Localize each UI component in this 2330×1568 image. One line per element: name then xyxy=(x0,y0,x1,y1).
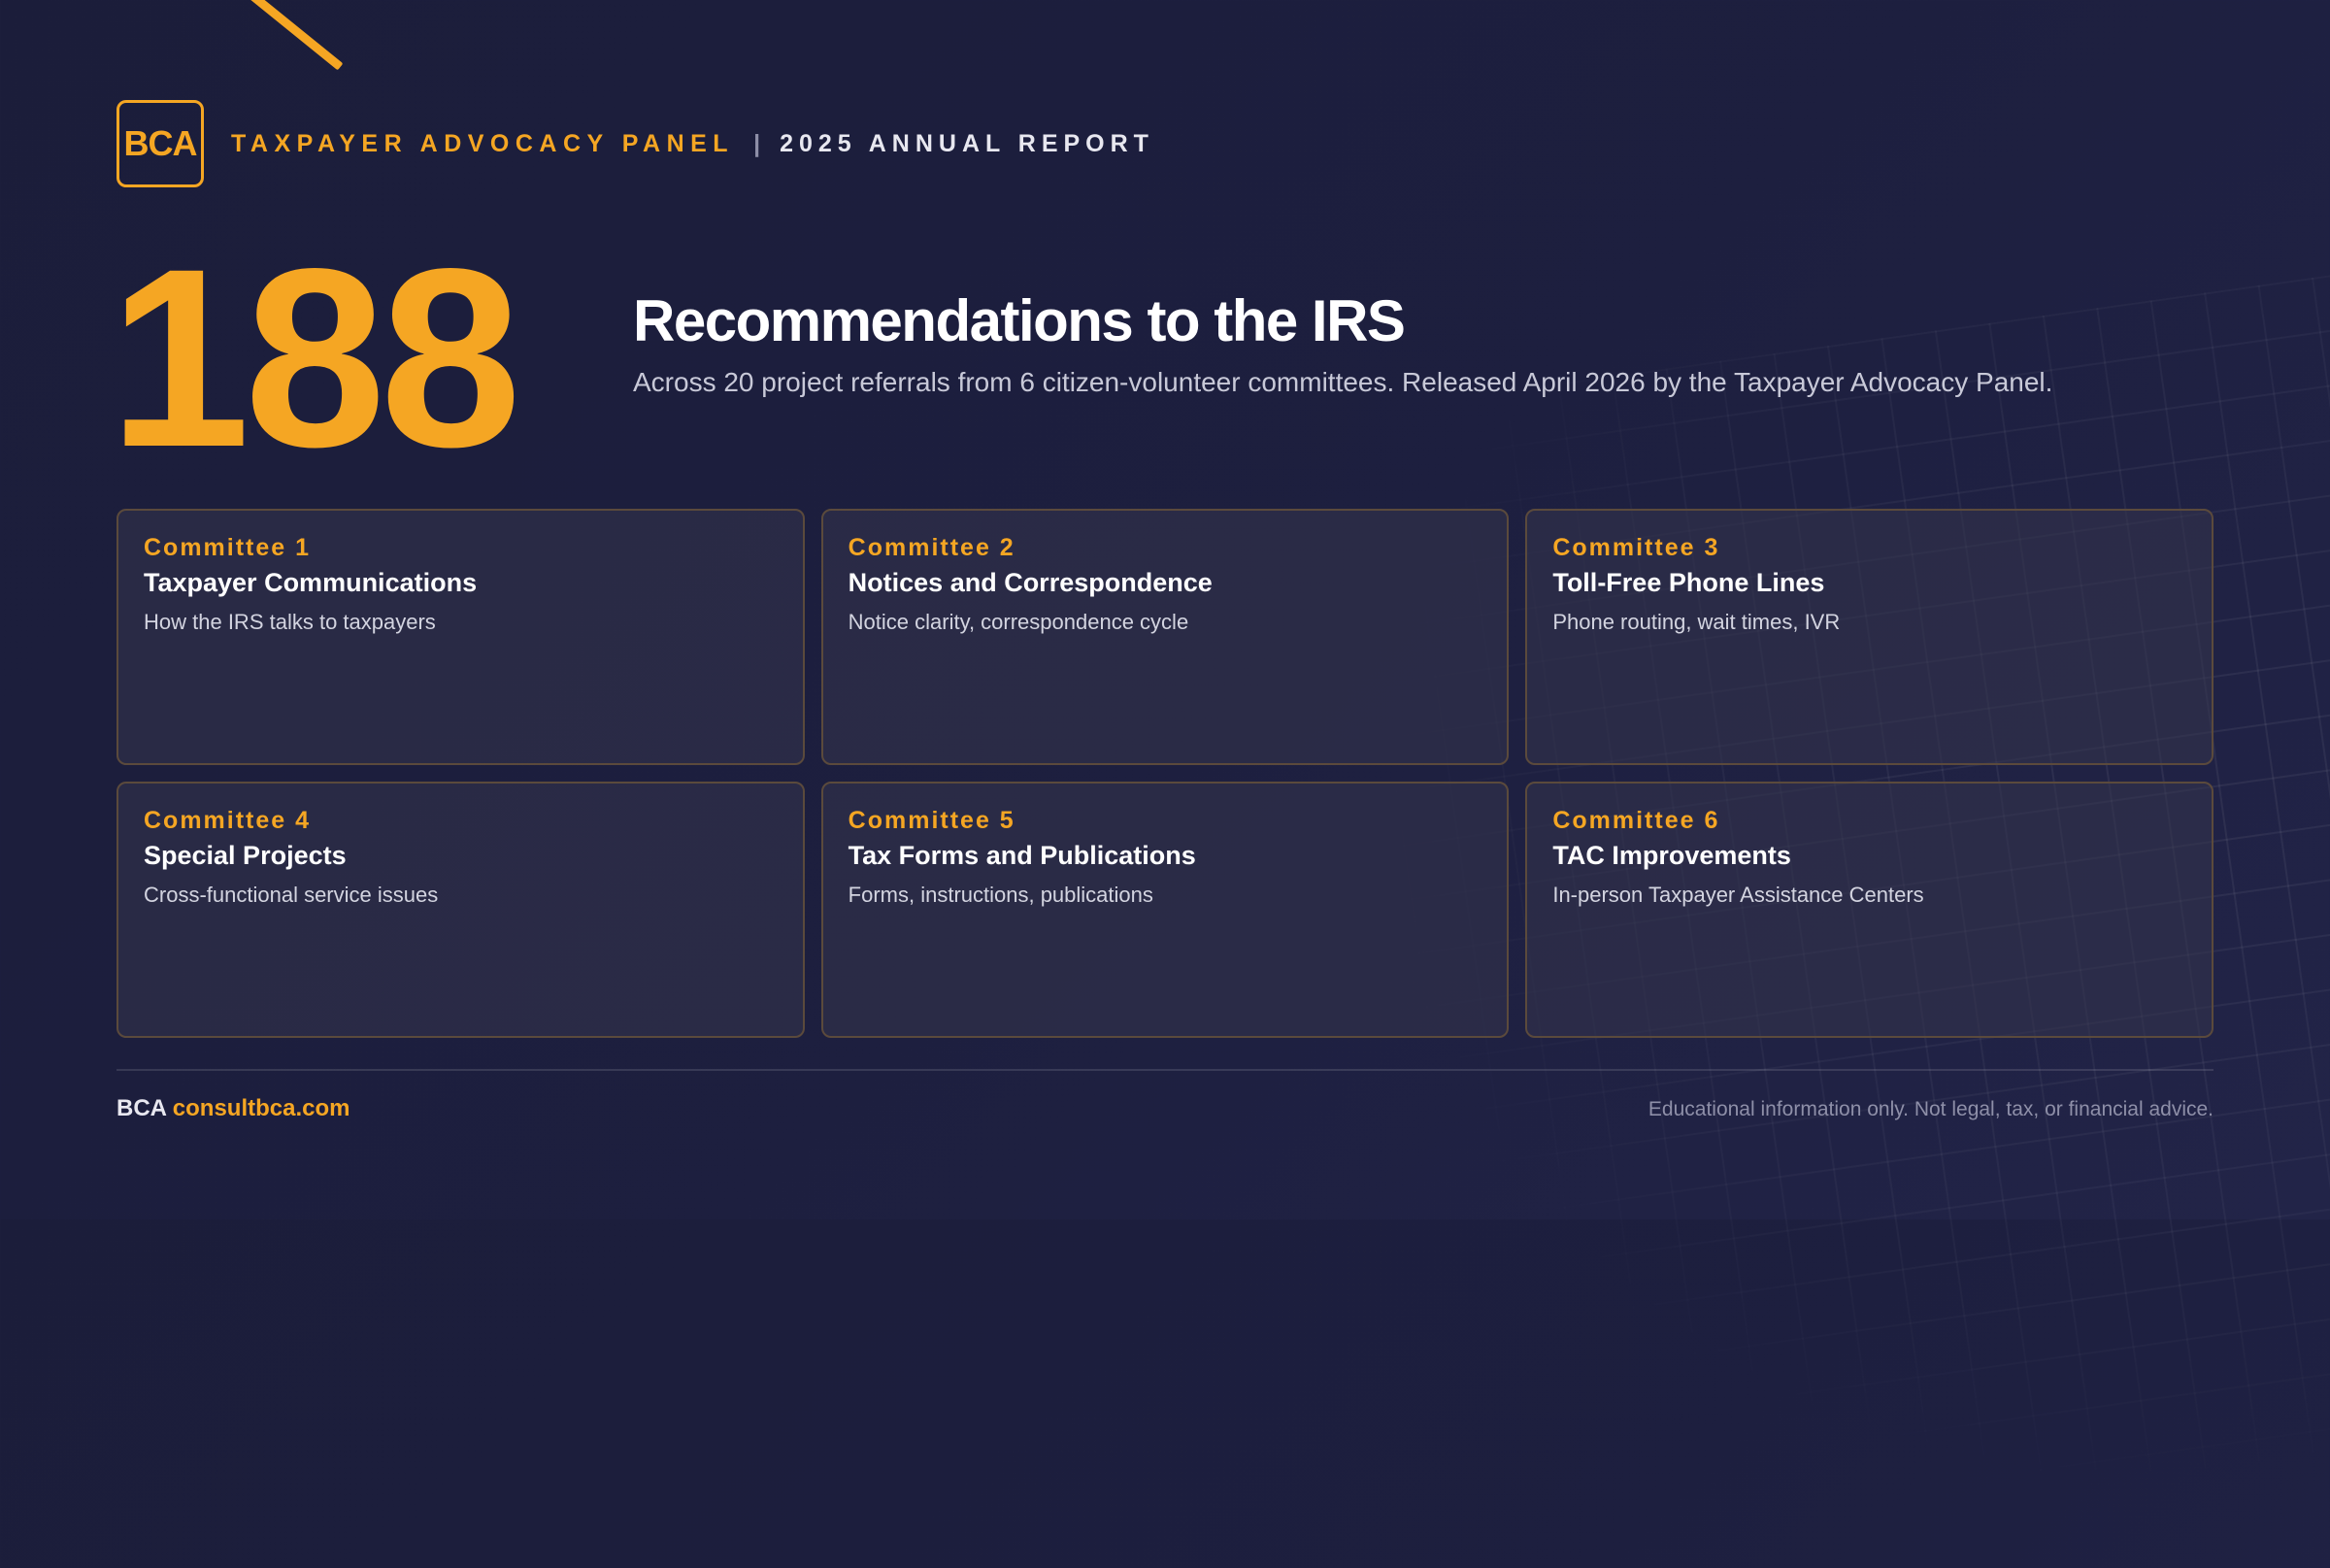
committee-title: Taxpayer Communications xyxy=(144,568,478,597)
committee-number: Committee 4 xyxy=(144,807,312,834)
committee-number: Committee 5 xyxy=(848,807,1015,834)
committee-number: Committee 6 xyxy=(1552,807,1720,834)
committee-description: Forms, instructions, publications xyxy=(848,883,1153,907)
committee-description: How the IRS talks to taxpayers xyxy=(144,610,436,634)
accent-slash xyxy=(224,0,344,71)
committee-card-3: Committee 3 Toll-Free Phone Lines Phone … xyxy=(1525,509,2214,765)
committee-card-4: Committee 4 Special Projects Cross-funct… xyxy=(116,782,805,1038)
footer-brand: BCA consultbca.com xyxy=(116,1095,350,1122)
headline: Recommendations to the IRS xyxy=(633,288,1406,353)
bca-logo: BCA xyxy=(116,100,204,187)
committee-card-6: Committee 6 TAC Improvements In-person T… xyxy=(1525,782,2214,1038)
recommendation-count: 188 xyxy=(109,216,521,500)
org-name: TAXPAYER ADVOCACY PANEL xyxy=(231,129,735,157)
committee-description: Phone routing, wait times, IVR xyxy=(1552,610,1841,634)
committee-card-5: Committee 5 Tax Forms and Publications F… xyxy=(820,782,1510,1038)
committee-description: In-person Taxpayer Assistance Centers xyxy=(1552,883,1924,907)
committee-card-1: Committee 1 Taxpayer Communications How … xyxy=(116,509,805,765)
committee-grid: Committee 1 Taxpayer Communications How … xyxy=(116,509,2214,1038)
subheadline: Across 20 project referrals from 6 citiz… xyxy=(633,367,2053,397)
committee-description: Notice clarity, correspondence cycle xyxy=(848,610,1189,634)
footer-divider xyxy=(116,1069,2214,1071)
committee-card-2: Committee 2 Notices and Correspondence N… xyxy=(820,509,1510,765)
header: BCA TAXPAYER ADVOCACY PANEL | 2025 ANNUA… xyxy=(116,97,1154,190)
committee-number: Committee 1 xyxy=(144,534,312,561)
committee-title: Notices and Correspondence xyxy=(848,568,1213,597)
committee-title: TAC Improvements xyxy=(1552,841,1791,870)
committee-description: Cross-functional service issues xyxy=(144,883,439,907)
footer-url-link[interactable]: consultbca.com xyxy=(173,1095,350,1121)
report-title: 2025 ANNUAL REPORT xyxy=(780,129,1154,157)
header-separator: | xyxy=(753,129,761,157)
footer-brand-name: BCA xyxy=(116,1095,167,1121)
committee-title: Tax Forms and Publications xyxy=(848,841,1196,870)
committee-title: Special Projects xyxy=(144,841,347,870)
committee-number: Committee 2 xyxy=(848,534,1015,561)
committee-title: Toll-Free Phone Lines xyxy=(1552,568,1825,597)
footer-disclaimer: Educational information only. Not legal,… xyxy=(1648,1098,2214,1120)
committee-number: Committee 3 xyxy=(1552,534,1720,561)
